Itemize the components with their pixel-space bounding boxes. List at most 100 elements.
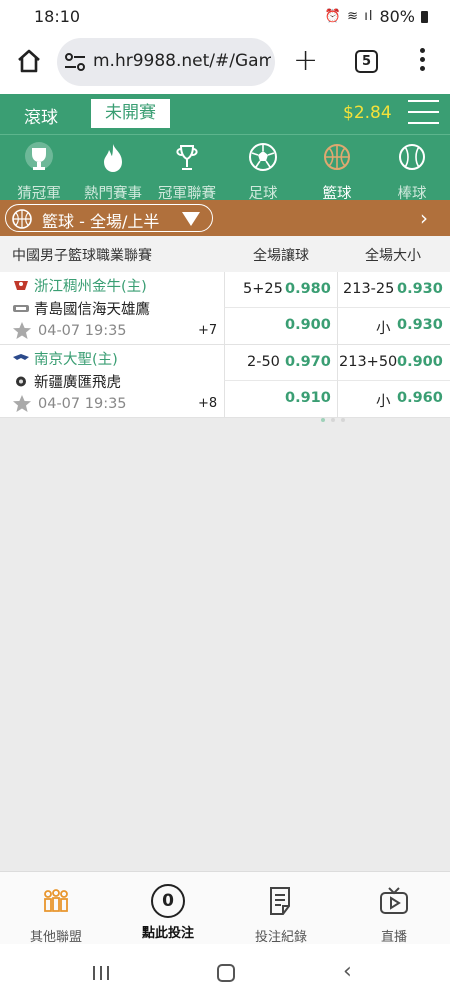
- market-type-label: 籃球 - 全場/上半: [42, 212, 160, 231]
- market-type-dropdown[interactable]: 籃球 - 全場/上半: [5, 204, 213, 232]
- total-under-cell[interactable]: 小 0.930: [337, 308, 450, 344]
- away-team: 新疆廣匯飛虎: [12, 371, 121, 392]
- total-line: 213-25: [343, 281, 395, 297]
- handicap-home-cell[interactable]: 2-50 0.970: [224, 345, 337, 381]
- system-navigation-bar: ‹: [0, 944, 450, 1000]
- total-over-cell[interactable]: 213-25 0.930: [337, 272, 450, 308]
- away-team-name: 新疆廣匯飛虎: [34, 375, 121, 391]
- site-settings-icon[interactable]: [64, 52, 86, 72]
- top-nav: 滾球 未開賽 $2.84: [0, 94, 450, 134]
- bottom-nav: 其他聯盟 0 點此投注 投注紀錄 直播: [0, 871, 450, 945]
- home-icon[interactable]: [14, 46, 44, 76]
- address-bar[interactable]: m.hr9988.net/#/Games: [57, 38, 275, 86]
- handicap-away-odds: 0.910: [285, 390, 331, 406]
- document-list-icon: [270, 887, 290, 915]
- league-name[interactable]: 中國男子籃球職業聯賽: [12, 245, 152, 265]
- home-team-name: 南京大聖(主): [34, 352, 118, 368]
- hamburger-menu-icon[interactable]: [408, 100, 439, 128]
- total-under-label: 小: [376, 321, 391, 337]
- pager-dots: [321, 407, 351, 422]
- total-line: 213+50: [339, 354, 398, 370]
- nav-other-leagues[interactable]: 其他聯盟: [11, 884, 101, 945]
- recent-apps-icon[interactable]: [92, 965, 110, 981]
- column-total: 全場大小: [365, 248, 421, 264]
- match-meta: 04-07 19:35: [12, 394, 127, 413]
- tab-count-button[interactable]: 5: [355, 50, 378, 73]
- dropdown-arrow-icon: [182, 212, 200, 226]
- match-row: 浙江稠州金牛(主) 青島國信海天雄鷹 04-07 19:35 +7 5+25 0…: [0, 272, 450, 349]
- handicap-line: 2-50: [247, 354, 280, 370]
- nav-bet-slip[interactable]: 0 點此投注: [123, 884, 213, 941]
- browser-toolbar: m.hr9988.net/#/Games + 5: [0, 34, 450, 94]
- pager-dots: [321, 334, 351, 349]
- nav-live-stream[interactable]: 直播: [349, 884, 439, 945]
- more-markets-count[interactable]: +8: [198, 396, 217, 411]
- favorite-star-icon[interactable]: [12, 321, 32, 340]
- handicap-home-odds: 0.970: [285, 354, 331, 370]
- category-bar: 籃球 - 全場/上半 ›: [0, 200, 450, 236]
- total-under-odds: 0.960: [397, 390, 443, 406]
- soccer-ball-icon: [249, 143, 277, 171]
- home-team: 南京大聖(主): [12, 348, 118, 369]
- basketball-icon: [324, 144, 350, 170]
- balance: $2.84: [343, 103, 392, 123]
- sport-soccer[interactable]: 足球: [226, 141, 300, 203]
- handicap-home-odds: 0.980: [285, 281, 331, 297]
- team-logo-icon: [13, 354, 29, 360]
- sports-category-bar: 猜冠軍 熱門賽事 冠軍聯賽 足球 籃球 棒球: [0, 134, 450, 203]
- more-menu-icon[interactable]: [418, 48, 426, 76]
- sport-baseball[interactable]: 棒球: [375, 141, 449, 203]
- handicap-line: 5+25: [243, 281, 283, 297]
- status-icons: ⏰ ≋ ıl 80%: [325, 7, 428, 26]
- tab-live[interactable]: 滾球: [24, 103, 58, 128]
- battery-icon: [421, 10, 428, 23]
- nav-label: 點此投注: [141, 926, 194, 941]
- url-text: m.hr9988.net/#/Games: [93, 51, 271, 71]
- away-team-name: 青島國信海天雄鷹: [34, 302, 150, 318]
- handicap-home-cell[interactable]: 5+25 0.980: [224, 272, 337, 308]
- sport-hot-events[interactable]: 熱門賽事: [76, 141, 150, 203]
- system-home-icon[interactable]: [217, 964, 235, 982]
- nav-bet-history[interactable]: 投注紀錄: [236, 884, 326, 945]
- fire-icon: [104, 144, 122, 172]
- baseball-icon: [399, 144, 425, 170]
- sport-basketball[interactable]: 籃球: [300, 141, 374, 203]
- handicap-away-odds: 0.900: [285, 317, 331, 333]
- favorite-star-icon[interactable]: [12, 394, 32, 413]
- chevron-right-icon[interactable]: ›: [420, 206, 428, 230]
- people-group-icon: [44, 889, 68, 912]
- trophy-icon: [25, 142, 53, 170]
- match-datetime: 04-07 19:35: [38, 322, 127, 339]
- match-meta: 04-07 19:35: [12, 321, 127, 340]
- match-datetime: 04-07 19:35: [38, 395, 127, 412]
- basketball-icon: [12, 209, 32, 229]
- total-under-odds: 0.930: [397, 317, 443, 333]
- tab-upcoming[interactable]: 未開賽: [91, 99, 170, 128]
- total-over-odds: 0.930: [397, 281, 443, 297]
- status-time: 18:10: [34, 7, 81, 26]
- total-over-odds: 0.900: [397, 354, 443, 370]
- away-team: 青島國信海天雄鷹: [12, 298, 150, 319]
- sport-outrights[interactable]: 猜冠軍: [2, 141, 76, 203]
- sport-champions-league[interactable]: 冠軍聯賽: [150, 141, 224, 203]
- team-logo-icon: [13, 305, 29, 312]
- tv-play-icon: [380, 887, 408, 914]
- bet-count-badge: 0: [151, 884, 185, 918]
- status-bar: 18:10 ⏰ ≋ ıl 80%: [0, 0, 450, 34]
- home-team: 浙江稠州金牛(主): [12, 275, 147, 296]
- column-handicap: 全場讓球: [253, 248, 309, 264]
- more-markets-count[interactable]: +7: [198, 323, 217, 338]
- signal-icons: ⏰ ≋ ıl: [324, 9, 374, 24]
- team-logo-icon: [14, 281, 28, 290]
- nav-label: 其他聯盟: [29, 930, 82, 945]
- total-under-cell[interactable]: 小 0.960: [337, 381, 450, 417]
- nav-label: 投注紀錄: [254, 930, 307, 945]
- cup-icon: [176, 145, 198, 170]
- match-row: 南京大聖(主) 新疆廣匯飛虎 04-07 19:35 +8 2-50 0.970…: [0, 345, 450, 422]
- nav-label: 直播: [380, 930, 407, 945]
- total-over-cell[interactable]: 213+50 0.900: [337, 345, 450, 381]
- total-under-label: 小: [376, 394, 391, 410]
- table-header: 中國男子籃球職業聯賽 全場讓球 全場大小: [0, 236, 450, 272]
- back-icon[interactable]: ‹: [343, 961, 352, 983]
- new-tab-plus-icon[interactable]: +: [293, 46, 318, 76]
